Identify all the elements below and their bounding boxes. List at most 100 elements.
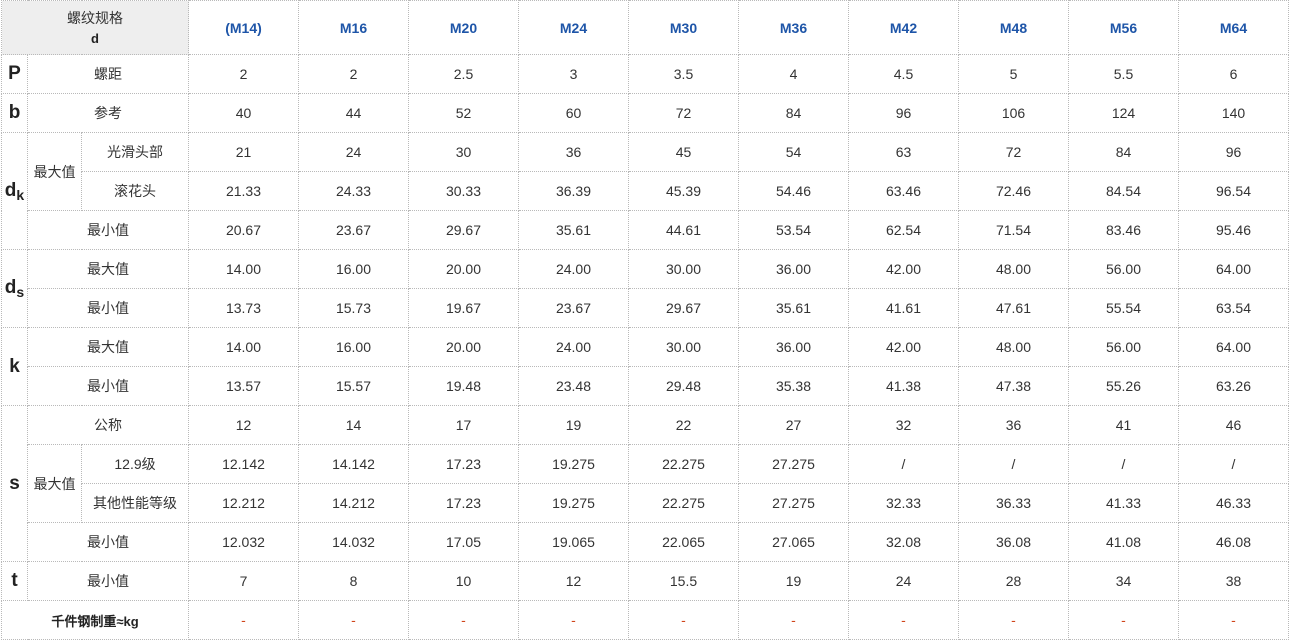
value-cell: 2 — [188, 54, 299, 94]
size-header: M20 — [408, 0, 519, 55]
label-ds-min: 最小值 — [27, 288, 189, 328]
value-cell: 23.67 — [518, 288, 629, 328]
value-cell: 14.142 — [298, 444, 409, 484]
label-pitch: 螺距 — [27, 54, 189, 94]
value-cell: - — [958, 600, 1069, 640]
value-cell: 60 — [518, 93, 629, 133]
value-cell: 47.38 — [958, 366, 1069, 406]
value-cell: 53.54 — [738, 210, 849, 250]
thread-spec-header: 螺纹规格 d — [1, 0, 189, 55]
value-cell: 16.00 — [298, 249, 409, 289]
value-cell: 2 — [298, 54, 409, 94]
value-cell: 2.5 — [408, 54, 519, 94]
value-cell: - — [518, 600, 629, 640]
value-cell: 24 — [848, 561, 959, 601]
value-cell: 8 — [298, 561, 409, 601]
value-cell: 35.61 — [738, 288, 849, 328]
value-cell: 56.00 — [1068, 327, 1179, 367]
value-cell: 32.33 — [848, 483, 959, 523]
symbol-letter: t — [11, 570, 18, 591]
value-cell: 27.065 — [738, 522, 849, 562]
size-header: M24 — [518, 0, 629, 55]
value-cell: 23.67 — [298, 210, 409, 250]
row-ds-max: ds 最大值 14.00 16.00 20.00 24.00 30.00 36.00 42.00… — [1, 249, 1289, 328]
label-dk-max: 最大值 — [27, 132, 82, 211]
value-cell: 15.5 — [628, 561, 739, 601]
value-cell: 71.54 — [958, 210, 1069, 250]
size-header: (M14) — [188, 0, 299, 55]
symbol-letter: k — [9, 355, 20, 377]
value-cell: - — [408, 600, 519, 640]
row-dk-min: 最小值 20.67 23.67 29.67 35.61 44.61 53.54 62.54 71… — [2, 210, 1289, 250]
value-cell: - — [1068, 600, 1179, 640]
value-cell: 46 — [1178, 405, 1289, 445]
value-cell: 27.275 — [738, 444, 849, 484]
value-cell: 46.33 — [1178, 483, 1289, 523]
value-cell: 14.212 — [298, 483, 409, 523]
row-b: b 参考 40 44 52 60 72 84 96 106 124 140 — [1, 93, 1289, 133]
value-cell: 44 — [298, 93, 409, 133]
row-s-nominal: s 公称 12 14 17 19 22 27 32 36 41 46 — [1, 405, 1289, 562]
value-cell: 14.00 — [188, 249, 299, 289]
value-cell: 36.33 — [958, 483, 1069, 523]
size-header: M64 — [1178, 0, 1289, 55]
value-cell: 84 — [1068, 132, 1179, 172]
value-cell: 4.5 — [848, 54, 959, 94]
value-cell: 6 — [1178, 54, 1289, 94]
value-cell: 46.08 — [1178, 522, 1289, 562]
value-cell: 5.5 — [1068, 54, 1179, 94]
symbol-b: b — [1, 93, 28, 133]
label-smooth-head: 光滑头部 — [81, 132, 189, 172]
label-grade-12-9: 12.9级 — [81, 444, 189, 484]
label-k-min: 最小值 — [27, 366, 189, 406]
row-weight: 千件钢制重≈kg - - - - - - - - - - — [1, 600, 1289, 640]
label-knurled-head: 滚花头 — [81, 171, 189, 211]
value-cell: 17.05 — [408, 522, 519, 562]
value-cell: 36.08 — [958, 522, 1069, 562]
value-cell: 12.142 — [188, 444, 299, 484]
value-cell: - — [738, 600, 849, 640]
value-cell: 3.5 — [628, 54, 739, 94]
value-cell: 14.00 — [188, 327, 299, 367]
value-cell: 27.275 — [738, 483, 849, 523]
thread-spec-symbol: d — [91, 30, 99, 46]
value-cell: 35.38 — [738, 366, 849, 406]
value-cell: 22 — [628, 405, 739, 445]
value-cell: - — [298, 600, 409, 640]
symbol-dk: dk — [1, 132, 28, 250]
size-header: M36 — [738, 0, 849, 55]
thread-spec-label: 螺纹规格 — [67, 9, 123, 26]
value-cell: 34 — [1068, 561, 1179, 601]
value-cell: 24.00 — [518, 327, 629, 367]
value-cell: 24.00 — [518, 249, 629, 289]
value-cell: 96 — [1178, 132, 1289, 172]
value-cell: 20.67 — [188, 210, 299, 250]
label-dk-min: 最小值 — [27, 210, 189, 250]
value-cell: 124 — [1068, 93, 1179, 133]
value-cell: 41.33 — [1068, 483, 1179, 523]
symbol-letter: d — [4, 277, 17, 298]
value-cell: - — [848, 600, 959, 640]
value-cell: 45.39 — [628, 171, 739, 211]
value-cell: 22.065 — [628, 522, 739, 562]
value-cell: 29.67 — [408, 210, 519, 250]
value-cell: 41.08 — [1068, 522, 1179, 562]
row-s-min: 最小值 12.032 14.032 17.05 19.065 22.065 27.065 32… — [2, 522, 1289, 562]
value-cell: 36.00 — [738, 249, 849, 289]
value-cell: 95.46 — [1178, 210, 1289, 250]
symbol-letter: b — [8, 102, 21, 123]
value-cell: 54.46 — [738, 171, 849, 211]
value-cell: 48.00 — [958, 249, 1069, 289]
value-cell: / — [1178, 444, 1289, 484]
value-cell: 32.08 — [848, 522, 959, 562]
value-cell: 72 — [958, 132, 1069, 172]
value-cell: 12.032 — [188, 522, 299, 562]
value-cell: 55.26 — [1068, 366, 1179, 406]
value-cell: 19.48 — [408, 366, 519, 406]
value-cell: 38 — [1178, 561, 1289, 601]
value-cell: 15.73 — [298, 288, 409, 328]
value-cell: 20.00 — [408, 327, 519, 367]
value-cell: 32 — [848, 405, 959, 445]
value-cell: 40 — [188, 93, 299, 133]
size-header: M42 — [848, 0, 959, 55]
